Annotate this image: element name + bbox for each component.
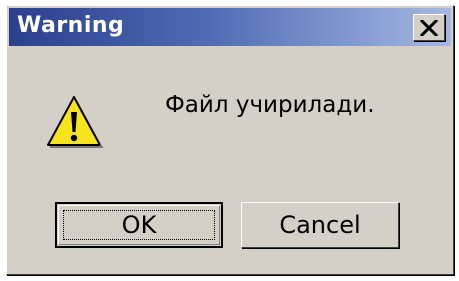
dialog-title: Warning: [17, 13, 125, 38]
close-icon: [420, 19, 438, 36]
warning-dialog: Warning Файл учирилади. OK Cancel: [6, 5, 454, 275]
cancel-button-label: Cancel: [279, 211, 361, 239]
ok-button[interactable]: OK: [55, 202, 223, 248]
warning-icon: [47, 96, 103, 148]
close-button[interactable]: [413, 14, 445, 41]
title-bar[interactable]: Warning: [9, 8, 451, 46]
dialog-message: Файл учирилади.: [165, 92, 375, 118]
ok-button-label: OK: [121, 211, 157, 239]
cancel-button[interactable]: Cancel: [241, 202, 399, 248]
